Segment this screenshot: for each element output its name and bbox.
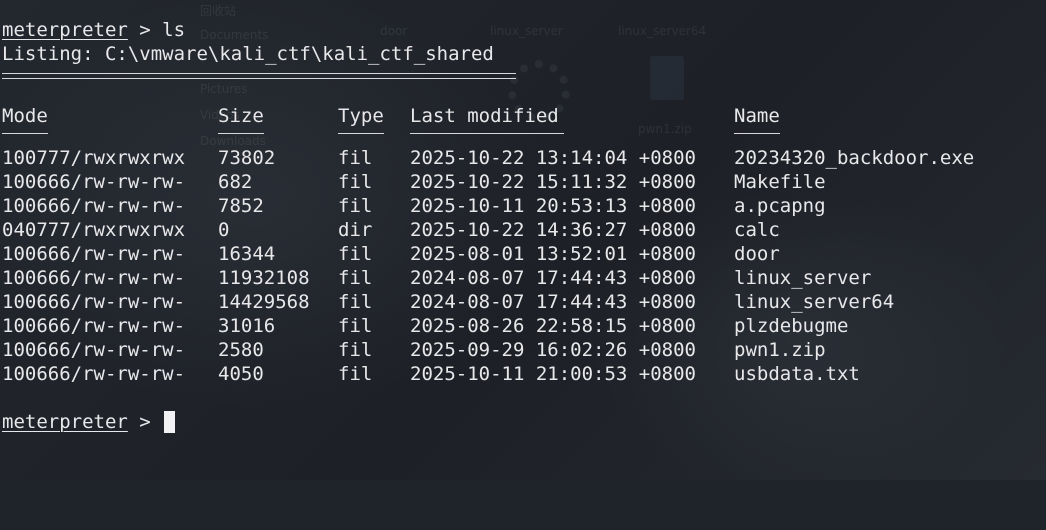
table-row: 100666/rw-rw-rw- 7852 fil 2025-10-11 20:… [2,194,1046,218]
table-row: 100666/rw-rw-rw- 4050 fil 2025-10-11 21:… [2,362,1046,386]
cell-last-modified: 2025-10-22 15:11:32 +0800 [410,171,696,193]
table-row: 100666/rw-rw-rw- 682 fil 2025-10-22 15:1… [2,170,1046,194]
cell-type: dir [338,219,373,241]
command-line: meterpreter > ls [2,18,1046,42]
cell-name: Makefile [734,171,826,193]
table-row: 100666/rw-rw-rw- 14429568 fil 2024-08-07… [2,290,1046,314]
header-dash [338,133,384,134]
header-last-modified: Last modified [410,105,559,127]
header-type: Type [338,105,384,127]
cell-size: 0 [218,219,230,241]
cell-mode: 100666/rw-rw-rw- [2,339,186,361]
cell-mode: 100666/rw-rw-rw- [2,267,186,289]
cell-size: 682 [218,171,253,193]
cell-size: 2580 [218,339,264,361]
cell-name: a.pcapng [734,195,826,217]
cell-last-modified: 2025-10-11 20:53:13 +0800 [410,195,696,217]
cell-type: fil [338,291,373,313]
header-underlines [2,128,1046,146]
input-line[interactable]: meterpreter > [2,410,1046,434]
cell-size: 14429568 [218,291,310,313]
cell-mode: 040777/rwxrwxrwx [2,219,186,241]
cell-size: 73802 [218,147,276,169]
header-dash [734,133,780,134]
prompt-separator: > [127,411,163,433]
table-row: 040777/rwxrwxrwx 0 dir 2025-10-22 14:36:… [2,218,1046,242]
cell-mode: 100666/rw-rw-rw- [2,171,186,193]
header-size: Size [218,105,264,127]
header-name: Name [734,105,780,127]
table-row: 100666/rw-rw-rw- 31016 fil 2025-08-26 22… [2,314,1046,338]
prompt-label: meterpreter [2,19,128,41]
cell-size: 16344 [218,243,276,265]
cell-last-modified: 2025-09-29 16:02:26 +0800 [410,339,696,361]
table-row: 100777/rwxrwxrwx 73802 fil 2025-10-22 13… [2,146,1046,170]
cell-last-modified: 2025-10-22 14:36:27 +0800 [410,219,696,241]
cell-last-modified: 2024-08-07 17:44:43 +0800 [410,291,696,313]
cell-mode: 100666/rw-rw-rw- [2,243,186,265]
table-row: 100666/rw-rw-rw- 16344 fil 2025-08-01 13… [2,242,1046,266]
cell-mode: 100666/rw-rw-rw- [2,291,186,313]
header-dash [218,133,264,134]
header-dash [2,133,48,134]
cell-mode: 100666/rw-rw-rw- [2,363,186,385]
table-row: 100666/rw-rw-rw- 11932108 fil 2024-08-07… [2,266,1046,290]
cell-name: 20234320_backdoor.exe [734,147,975,169]
header-dash [410,133,564,134]
cell-name: calc [734,219,780,241]
cell-name: pwn1.zip [734,339,826,361]
cell-type: fil [338,195,373,217]
cell-mode: 100777/rwxrwxrwx [2,147,186,169]
cell-last-modified: 2025-08-26 22:58:15 +0800 [410,315,696,337]
cell-name: linux_server64 [734,291,895,313]
cell-type: fil [338,267,373,289]
cell-type: fil [338,243,373,265]
cell-name: plzdebugme [734,315,849,337]
file-list: 100777/rwxrwxrwx 73802 fil 2025-10-22 13… [2,146,1046,386]
cell-type: fil [338,171,373,193]
cell-last-modified: 2025-10-22 13:14:04 +0800 [410,147,696,169]
header-mode: Mode [2,105,48,127]
cell-type: fil [338,363,373,385]
cell-last-modified: 2025-10-11 21:00:53 +0800 [410,363,696,385]
cell-name: linux_server [734,267,872,289]
cell-size: 11932108 [218,267,310,289]
table-header: Mode Size Type Last modified Name [2,104,1046,128]
cell-type: fil [338,147,373,169]
cell-mode: 100666/rw-rw-rw- [2,195,186,217]
cell-name: door [734,243,780,265]
terminal-output[interactable]: meterpreter > ls Listing: C:\vmware\kali… [2,18,1046,480]
table-row: 100666/rw-rw-rw- 2580 fil 2025-09-29 16:… [2,338,1046,362]
cell-type: fil [338,339,373,361]
cell-last-modified: 2025-08-01 13:52:01 +0800 [410,243,696,265]
cell-size: 7852 [218,195,264,217]
text-cursor[interactable] [164,411,176,433]
wallpaper-label: 回收站 [200,4,237,18]
command-text: ls [162,19,186,41]
cell-last-modified: 2024-08-07 17:44:43 +0800 [410,267,696,289]
cell-type: fil [338,315,373,337]
cell-mode: 100666/rw-rw-rw- [2,315,186,337]
cell-size: 31016 [218,315,276,337]
listing-title: Listing: C:\vmware\kali_ctf\kali_ctf_sha… [2,43,494,65]
cell-name: usbdata.txt [734,363,860,385]
title-underline [2,73,516,79]
prompt-separator: > [127,19,163,41]
cell-size: 4050 [218,363,264,385]
